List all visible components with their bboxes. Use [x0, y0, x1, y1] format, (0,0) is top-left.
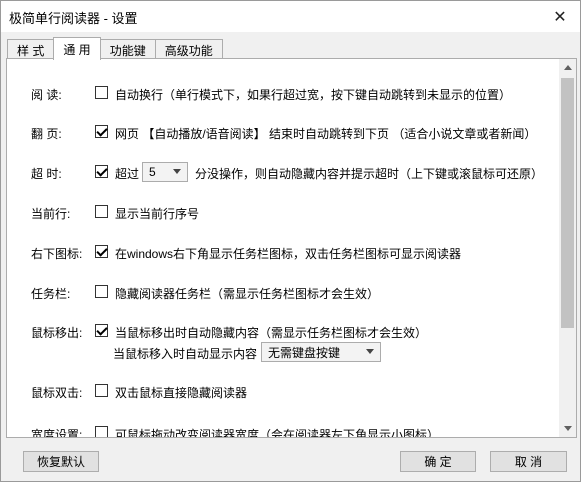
taskbar-text: 隐藏阅读器任务栏（需显示任务栏图标才会生效） — [115, 287, 380, 301]
dblclick-label: 鼠标双击: — [31, 386, 83, 400]
partial-text: 可鼠标拖动改变阅读器宽度（会在阅读器左下角显示小图标） — [115, 428, 440, 437]
mouse-out-checkbox[interactable] — [95, 324, 108, 337]
current-line-label: 当前行: — [31, 207, 71, 221]
dblclick-checkbox[interactable] — [95, 384, 108, 397]
row-partial: 宽度设置: 可鼠标拖动改变阅读器宽度（会在阅读器左下角显示小图标） — [7, 423, 560, 437]
timeout-checkbox[interactable] — [95, 165, 108, 178]
tab-style[interactable]: 样 式 — [7, 39, 55, 60]
taskbar-label: 任务栏: — [31, 287, 71, 301]
title-bar: 极简单行阅读器 - 设置 ✕ — [1, 1, 580, 32]
page-checkbox[interactable] — [95, 125, 108, 138]
close-icon: ✕ — [553, 8, 567, 26]
current-line-text: 显示当前行序号 — [115, 207, 200, 221]
chevron-up-icon — [563, 65, 572, 70]
row-mouse-in: 当鼠标移入时自动显示内容 无需键盘按键 — [7, 342, 560, 362]
scroll-thumb[interactable] — [561, 78, 574, 328]
tray-icon-label: 右下图标: — [31, 247, 83, 261]
page-text: 网页 【自动播放/语音阅读】 结束时自动跳转到下页 （适合小说文章或者新闻） — [115, 127, 537, 141]
tab-bar: 样 式 通 用 功能键 高级功能 — [7, 37, 223, 60]
scroll-up-button[interactable] — [559, 59, 576, 76]
timeout-prefix: 超过 — [115, 167, 140, 181]
read-label: 阅 读: — [31, 88, 62, 102]
row-timeout: 超 时: 超过 5 分没操作，则自动隐藏内容并提示超时（上下键或滚鼠标可还原） — [7, 162, 560, 182]
tab-advanced[interactable]: 高级功能 — [154, 39, 223, 60]
row-taskbar: 任务栏: 隐藏阅读器任务栏（需显示任务栏图标才会生效） — [7, 282, 560, 302]
mouse-in-key-select[interactable]: 无需键盘按键 — [261, 342, 381, 362]
chevron-down-icon — [173, 169, 181, 174]
settings-window: 极简单行阅读器 - 设置 ✕ 样 式 通 用 功能键 高级功能 阅 读: 自动换… — [0, 0, 581, 482]
row-mouse-out: 鼠标移出: 当鼠标移出时自动隐藏内容（需显示任务栏图标才会生效） — [7, 321, 560, 341]
read-text: 自动换行（单行模式下，如果行超过宽，按下键自动跳转到未显示的位置） — [115, 88, 512, 102]
tab-hotkeys[interactable]: 功能键 — [99, 39, 156, 60]
cancel-button[interactable]: 取 消 — [490, 451, 567, 472]
vertical-scrollbar[interactable] — [559, 59, 576, 437]
read-checkbox[interactable] — [95, 86, 108, 99]
partial-checkbox[interactable] — [95, 426, 108, 437]
ok-button[interactable]: 确 定 — [400, 451, 476, 472]
mouse-out-text: 当鼠标移出时自动隐藏内容（需显示任务栏图标才会生效） — [115, 326, 428, 340]
row-current-line: 当前行: 显示当前行序号 — [7, 202, 560, 222]
chevron-down-icon — [366, 349, 374, 354]
partial-label: 宽度设置: — [31, 428, 83, 437]
dblclick-text: 双击鼠标直接隐藏阅读器 — [115, 386, 248, 400]
row-tray-icon: 右下图标: 在windows右下角显示任务栏图标，双击任务栏图标可显示阅读器 — [7, 242, 560, 262]
tray-icon-text: 在windows右下角显示任务栏图标，双击任务栏图标可显示阅读器 — [115, 247, 462, 261]
row-dblclick: 鼠标双击: 双击鼠标直接隐藏阅读器 — [7, 381, 560, 401]
tab-general[interactable]: 通 用 — [53, 37, 101, 60]
window-title: 极简单行阅读器 - 设置 — [9, 11, 138, 26]
taskbar-checkbox[interactable] — [95, 285, 108, 298]
scroll-down-button[interactable] — [559, 420, 576, 437]
mouse-in-text: 当鼠标移入时自动显示内容 — [113, 347, 258, 361]
close-button[interactable]: ✕ — [540, 1, 580, 32]
settings-panel: 阅 读: 自动换行（单行模式下，如果行超过宽，按下键自动跳转到未显示的位置） 翻… — [6, 58, 577, 438]
chevron-down-icon — [563, 426, 572, 431]
row-read: 阅 读: 自动换行（单行模式下，如果行超过宽，按下键自动跳转到未显示的位置） — [7, 83, 560, 103]
current-line-checkbox[interactable] — [95, 205, 108, 218]
timeout-label: 超 时: — [31, 167, 62, 181]
timeout-suffix: 分没操作，则自动隐藏内容并提示超时（上下键或滚鼠标可还原） — [195, 167, 544, 181]
settings-content: 阅 读: 自动换行（单行模式下，如果行超过宽，按下键自动跳转到未显示的位置） 翻… — [7, 59, 560, 437]
tray-icon-checkbox[interactable] — [95, 245, 108, 258]
mouse-out-label: 鼠标移出: — [31, 326, 83, 340]
page-label: 翻 页: — [31, 127, 62, 141]
reset-button[interactable]: 恢复默认 — [23, 451, 99, 472]
row-page: 翻 页: 网页 【自动播放/语音阅读】 结束时自动跳转到下页 （适合小说文章或者… — [7, 122, 560, 142]
timeout-minutes-select[interactable]: 5 — [142, 162, 188, 182]
